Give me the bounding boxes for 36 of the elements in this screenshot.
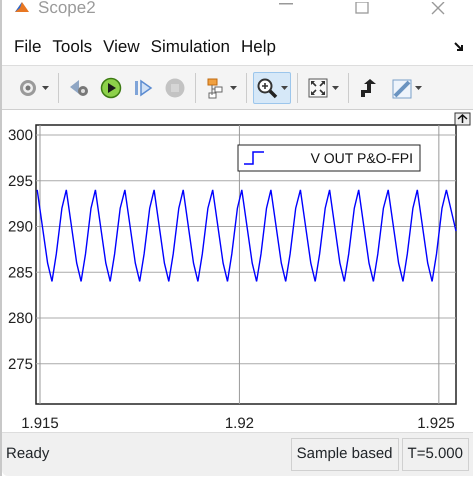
y-tick-label: 290 (8, 218, 33, 236)
status-message: Ready (6, 444, 50, 464)
arrow-icon[interactable] (453, 40, 465, 52)
window-title: Scope2 (38, 0, 96, 18)
x-tick-label: 1.915 (21, 415, 59, 432)
y-tick-label: 285 (8, 264, 33, 282)
legend-label: V OUT P&O-FPI (310, 150, 413, 166)
caret-icon[interactable] (230, 86, 237, 90)
restore-icon[interactable] (454, 112, 470, 126)
caret-icon[interactable] (281, 86, 288, 90)
maximize-icon[interactable] (355, 2, 369, 14)
close-icon[interactable] (431, 2, 445, 15)
x-tick-label: 1.925 (417, 415, 455, 432)
status-field: T=5.000 (402, 438, 469, 471)
play-icon (100, 76, 122, 98)
y-tick-label: 295 (8, 172, 33, 190)
app-icon (14, 0, 30, 14)
y-tick-label: 275 (8, 356, 33, 373)
toolbar-button[interactable] (253, 72, 291, 104)
menu-item[interactable]: View (101, 34, 149, 60)
menu-item[interactable]: Tools (50, 34, 102, 60)
y-tick-label: 280 (8, 310, 33, 328)
minimize-icon[interactable] (279, 2, 293, 6)
menu-item[interactable]: Help (239, 34, 285, 60)
x-tick-label: 1.92 (224, 415, 254, 432)
caret-icon[interactable] (332, 86, 339, 90)
menu-item[interactable]: Simulation (148, 34, 240, 60)
menu-item[interactable]: File (12, 34, 50, 60)
fit-icon (307, 76, 329, 98)
caret-icon[interactable] (415, 86, 422, 90)
stop-icon (164, 76, 186, 98)
status-field: Sample based (290, 438, 399, 471)
ruler-icon (390, 76, 412, 98)
y-tick-label: 300 (8, 127, 33, 144)
caret-icon[interactable] (42, 86, 49, 90)
zoom-in-icon (256, 76, 278, 98)
